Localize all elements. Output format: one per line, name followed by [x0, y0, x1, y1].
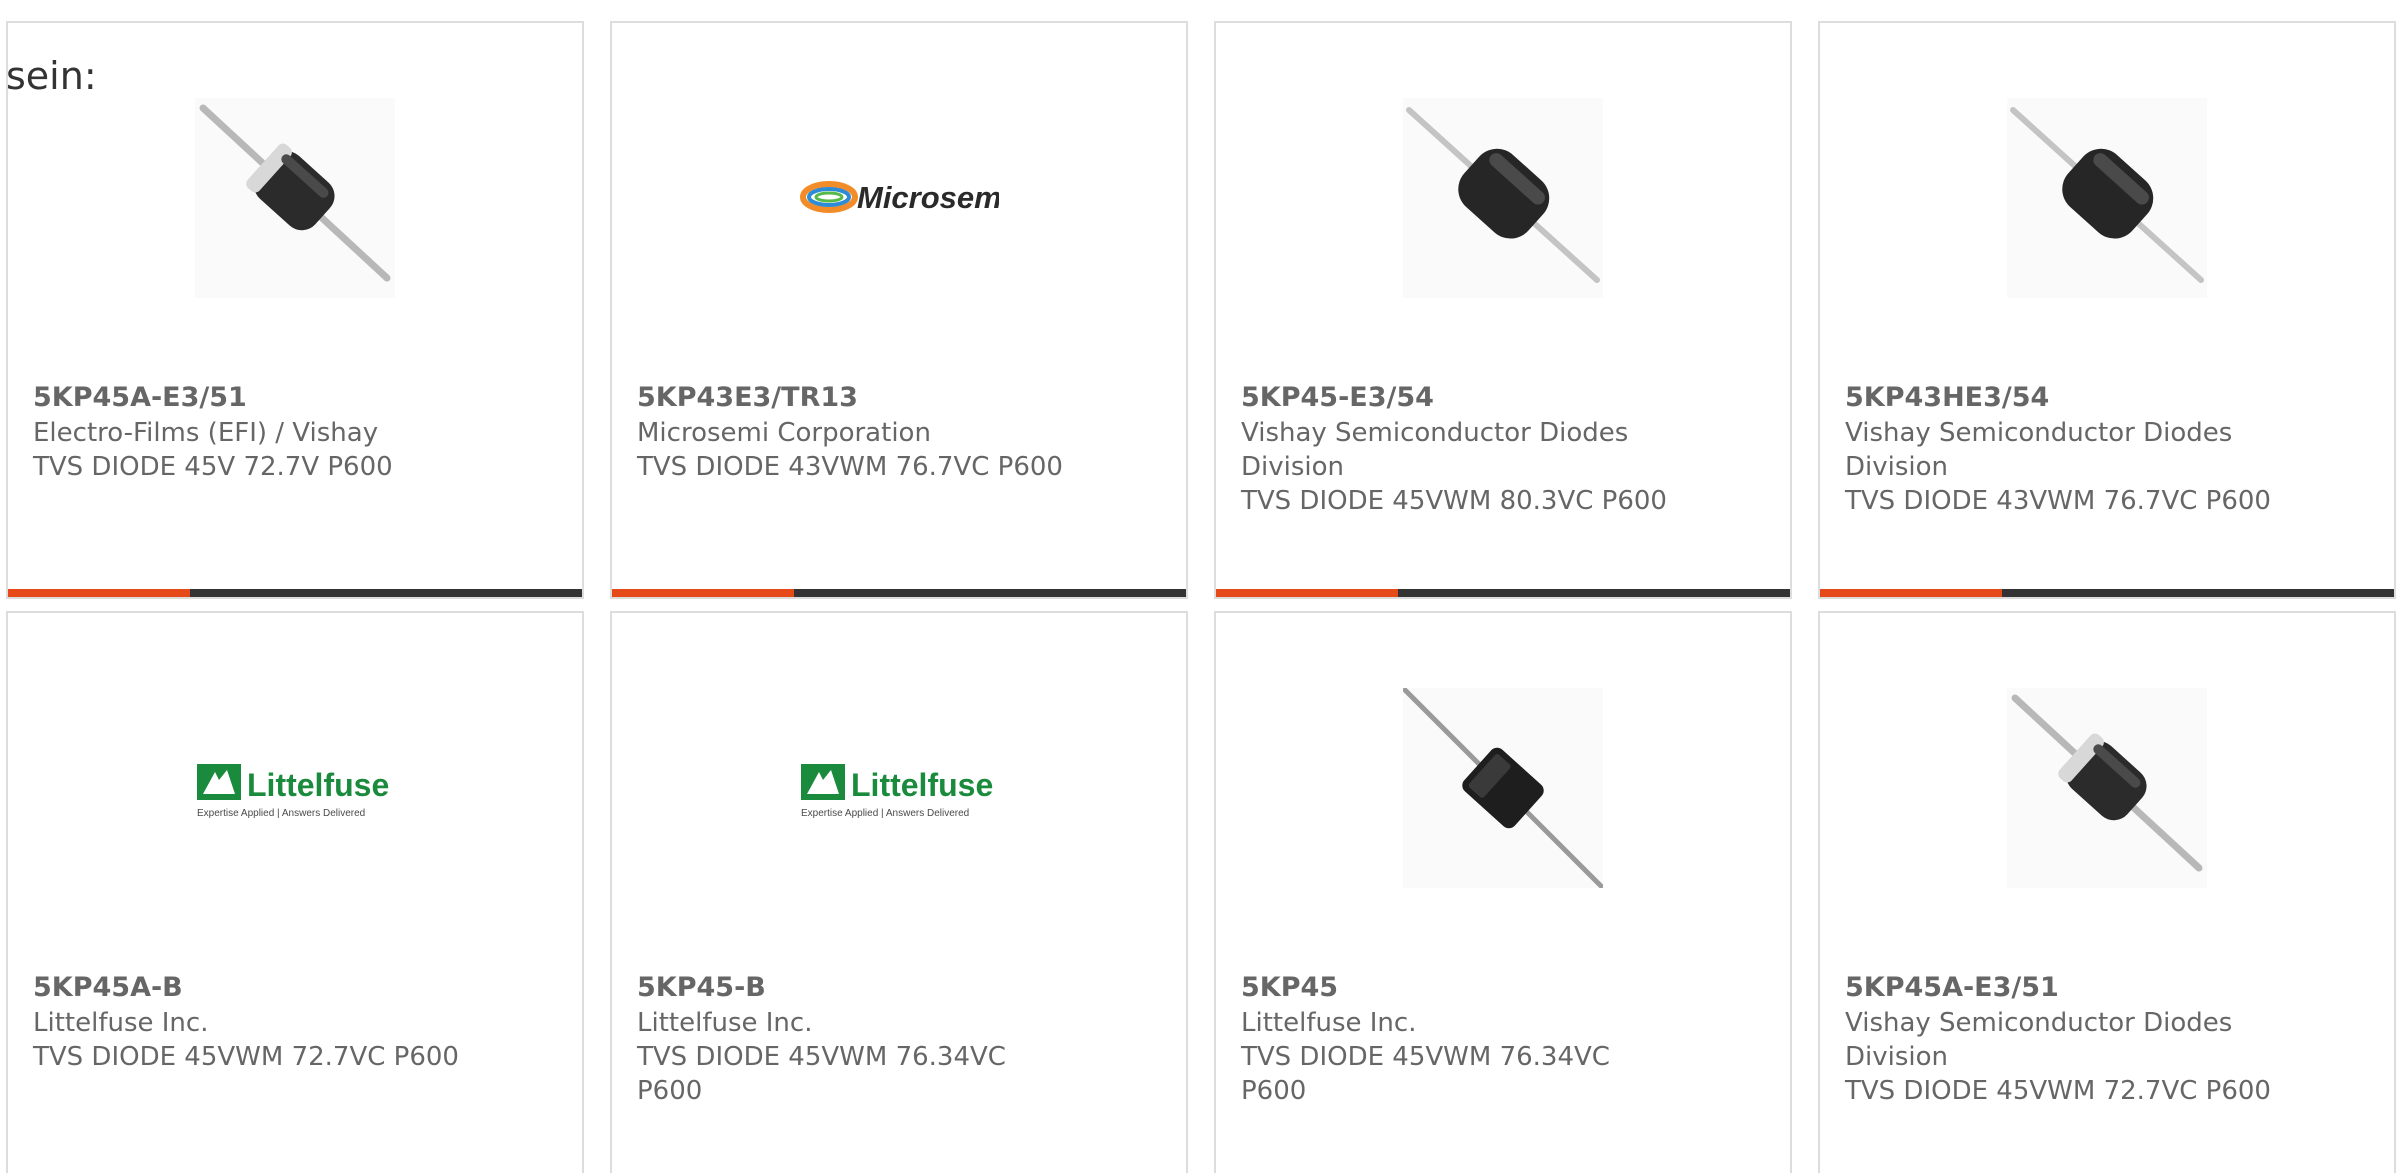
diode-gray-band-photo-icon — [2007, 688, 2207, 888]
manufacturer-name: Microsemi Corporation — [637, 418, 931, 448]
littelfuse-logo-text: Littelfuse — [851, 767, 993, 803]
product-image[interactable] — [1403, 98, 1603, 298]
product-description: TVS DIODE 45VWM 80.3VC P600 — [1241, 486, 1667, 516]
product-image[interactable] — [2007, 98, 2207, 298]
part-number-link[interactable]: 5KP43E3/TR13 — [637, 381, 858, 415]
product-card[interactable]: 5KP45A-E3/51 Electro-Films (EFI) / Visha… — [6, 21, 584, 599]
part-number-link[interactable]: 5KP43HE3/54 — [1845, 381, 2049, 415]
product-info: Microsemi Corporation TVS DIODE 43VWM 76… — [637, 416, 1097, 484]
card-accent-bar — [612, 589, 794, 597]
littelfuse-logo-text: Littelfuse — [247, 767, 389, 803]
product-description: TVS DIODE 43VWM 76.7VC P600 — [1845, 486, 2271, 516]
microsemi-logo-icon: Microsemi — [799, 98, 999, 298]
part-number-link[interactable]: 5KP45-E3/54 — [1241, 381, 1434, 415]
card-bottom-bar — [612, 589, 1186, 597]
manufacturer-name: Vishay Semiconductor Diodes Division — [1241, 418, 1629, 482]
product-info: Littelfuse Inc. TVS DIODE 45VWM 72.7VC P… — [33, 1006, 493, 1074]
product-image[interactable] — [195, 98, 395, 298]
card-bottom-bar — [1216, 589, 1790, 597]
product-description: TVS DIODE 45VWM 72.7VC P600 — [33, 1042, 459, 1072]
product-info: Vishay Semiconductor Diodes Division TVS… — [1241, 416, 1701, 518]
part-number-link[interactable]: 5KP45 — [1241, 971, 1338, 1005]
product-card[interactable]: 5KP45A-E3/51 Vishay Semiconductor Diodes… — [1818, 611, 2396, 1173]
littelfuse-logo-icon: Littelfuse Expertise Applied | Answers D… — [799, 688, 999, 888]
littelfuse-logo-icon: Littelfuse Expertise Applied | Answers D… — [195, 688, 395, 888]
littelfuse-tagline: Expertise Applied | Answers Delivered — [197, 808, 365, 819]
manufacturer-name: Littelfuse Inc. — [33, 1008, 209, 1038]
part-number-link[interactable]: 5KP45A-E3/51 — [1845, 971, 2059, 1005]
diode-black-photo-icon — [1403, 98, 1603, 298]
card-bottom-bar — [1820, 589, 2394, 597]
manufacturer-name: Vishay Semiconductor Diodes Division — [1845, 1008, 2233, 1072]
product-image[interactable] — [2007, 688, 2207, 888]
card-bottom-bar — [8, 589, 582, 597]
product-card[interactable]: Microsemi 5KP43E3/TR13 Microsemi Corpora… — [610, 21, 1188, 599]
product-description: TVS DIODE 45VWM 76.34VC P600 — [1241, 1042, 1610, 1106]
part-number-link[interactable]: 5KP45A-B — [33, 971, 183, 1005]
product-description: TVS DIODE 43VWM 76.7VC P600 — [637, 452, 1063, 482]
product-card[interactable]: 5KP45-E3/54 Vishay Semiconductor Diodes … — [1214, 21, 1792, 599]
product-info: Littelfuse Inc. TVS DIODE 45VWM 76.34VC … — [1241, 1006, 1621, 1108]
microsemi-logo-text: Microsemi — [857, 180, 999, 215]
intro-text: sein: — [6, 54, 97, 98]
product-description: TVS DIODE 45V 72.7V P600 — [33, 452, 393, 482]
product-info: Vishay Semiconductor Diodes Division TVS… — [1845, 1006, 2305, 1108]
littelfuse-tagline: Expertise Applied | Answers Delivered — [801, 808, 969, 819]
product-info: Electro-Films (EFI) / Vishay TVS DIODE 4… — [33, 416, 493, 484]
diode-black-square-photo-icon — [1403, 688, 1603, 888]
product-card[interactable]: 5KP45 Littelfuse Inc. TVS DIODE 45VWM 76… — [1214, 611, 1792, 1173]
product-card[interactable]: Littelfuse Expertise Applied | Answers D… — [610, 611, 1188, 1173]
product-info: Vishay Semiconductor Diodes Division TVS… — [1845, 416, 2305, 518]
manufacturer-name: Electro-Films (EFI) / Vishay — [33, 418, 379, 448]
card-accent-bar — [1216, 589, 1398, 597]
product-grid-page: sein: 5KP45A-E3/51 Electro-Films (EFI) /… — [0, 0, 2400, 1173]
product-info: Littelfuse Inc. TVS DIODE 45VWM 76.34VC … — [637, 1006, 1017, 1108]
product-image[interactable] — [1403, 688, 1603, 888]
diode-gray-band-photo-icon — [195, 98, 395, 298]
product-image[interactable]: Littelfuse Expertise Applied | Answers D… — [799, 688, 999, 888]
manufacturer-name: Vishay Semiconductor Diodes Division — [1845, 418, 2233, 482]
product-description: TVS DIODE 45VWM 72.7VC P600 — [1845, 1076, 2271, 1106]
part-number-link[interactable]: 5KP45-B — [637, 971, 766, 1005]
part-number-link[interactable]: 5KP45A-E3/51 — [33, 381, 247, 415]
card-accent-bar — [8, 589, 190, 597]
card-accent-bar — [1820, 589, 2002, 597]
product-image[interactable]: Littelfuse Expertise Applied | Answers D… — [195, 688, 395, 888]
product-image[interactable]: Microsemi — [799, 98, 999, 298]
product-description: TVS DIODE 45VWM 76.34VC P600 — [637, 1042, 1006, 1106]
manufacturer-name: Littelfuse Inc. — [1241, 1008, 1417, 1038]
product-card[interactable]: Littelfuse Expertise Applied | Answers D… — [6, 611, 584, 1173]
diode-black-photo-icon — [2007, 98, 2207, 298]
manufacturer-name: Littelfuse Inc. — [637, 1008, 813, 1038]
product-card[interactable]: 5KP43HE3/54 Vishay Semiconductor Diodes … — [1818, 21, 2396, 599]
